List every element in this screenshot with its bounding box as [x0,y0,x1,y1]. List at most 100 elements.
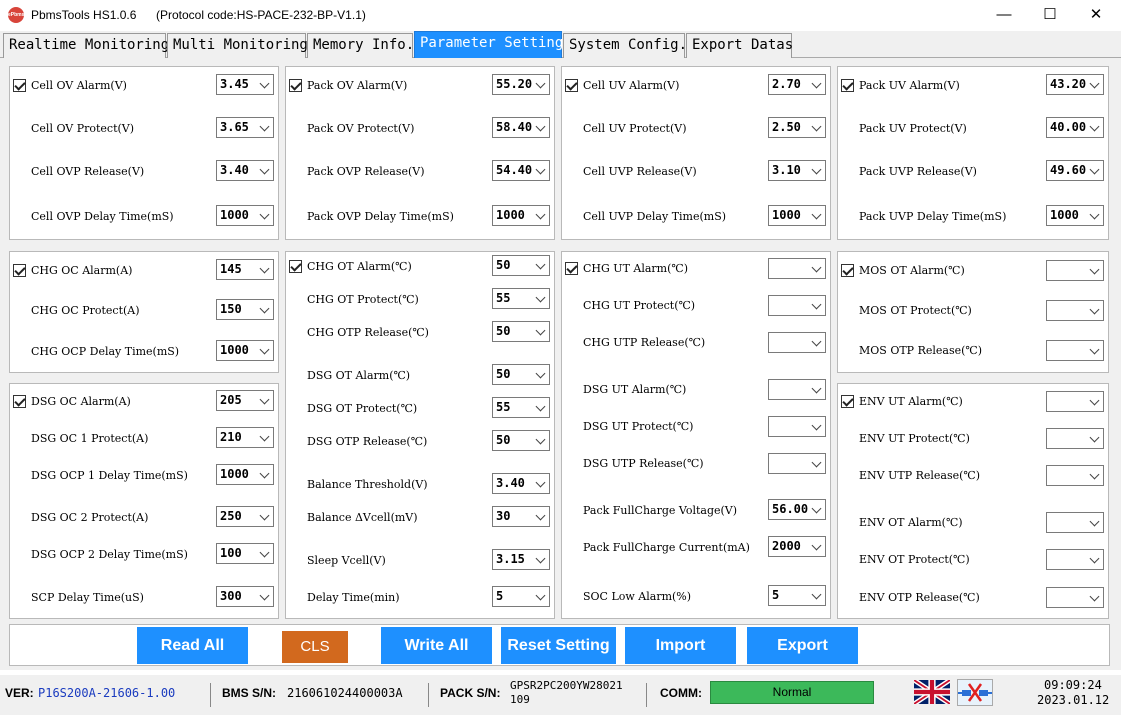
tab-memory-info[interactable]: Memory Info. [307,33,414,58]
chg-oc-alarm-checkbox[interactable] [13,264,26,277]
pack-ov-alarm-select[interactable]: 55.20 [492,74,550,95]
soc-low-alarm-select[interactable]: 5 [768,585,826,606]
selected-value: 1000 [1050,208,1079,222]
chg-ot-alarm-select[interactable]: 50 [492,255,550,276]
scp-delay-select[interactable]: 300 [216,586,274,607]
chg-ot-alarm-checkbox[interactable] [289,260,302,273]
pack-uv-protect-select[interactable]: 40.00 [1046,117,1104,138]
cell-ov-protect-select[interactable]: 3.65 [216,117,274,138]
chg-oc-protect-label: CHG OC Protect(A) [31,304,140,317]
close-button[interactable]: ✕ [1073,0,1119,30]
chg-otp-release-select[interactable]: 50 [492,321,550,342]
dsg-oc-alarm-select[interactable]: 205 [216,390,274,411]
env-ot-alarm-select[interactable] [1046,512,1104,533]
dsg-utp-release-select[interactable] [768,453,826,474]
selected-value: 58.40 [496,120,533,134]
cell-uv-protect-select[interactable]: 2.50 [768,117,826,138]
pack-ov-protect-select[interactable]: 58.40 [492,117,550,138]
env-ut-protect-select[interactable] [1046,428,1104,449]
pack-ovp-delay-select[interactable]: 1000 [492,205,550,226]
mos-ot-protect-select[interactable] [1046,300,1104,321]
env-ot-protect-select[interactable] [1046,549,1104,570]
cell-uvp-delay-select[interactable]: 1000 [768,205,826,226]
mos-otp-release-select[interactable] [1046,340,1104,361]
delay-time-label: Delay Time(min) [307,591,400,604]
cell-uv-alarm-checkbox[interactable] [565,79,578,92]
balance-delta-vcell-select[interactable]: 30 [492,506,550,527]
pack-sn-label: PACK S/N: [440,686,501,700]
delay-time-select[interactable]: 5 [492,586,550,607]
chg-oc-protect-select[interactable]: 150 [216,299,274,320]
disconnect-button[interactable] [957,679,993,706]
mos-ot-alarm-select[interactable] [1046,260,1104,281]
chg-ut-alarm-select[interactable] [768,258,826,279]
env-utp-release-select[interactable] [1046,465,1104,486]
dsg-oc2-protect-select[interactable]: 250 [216,506,274,527]
cls-button[interactable]: CLS [282,631,348,663]
balance-threshold-select[interactable]: 3.40 [492,473,550,494]
dsg-oc1-protect-label: DSG OC 1 Protect(A) [31,432,149,445]
cell-ovp-release-select[interactable]: 3.40 [216,160,274,181]
dsg-ocp1-delay-select[interactable]: 1000 [216,464,274,485]
clock-date: 2023.01.12 [1037,693,1110,707]
tab-multi-monitoring[interactable]: Multi Monitoring [167,33,308,58]
cell-ov-alarm-select[interactable]: 3.45 [216,74,274,95]
maximize-button[interactable]: ☐ [1027,0,1073,30]
dsg-oc1-protect-select[interactable]: 210 [216,427,274,448]
chevron-down-icon [535,292,546,303]
env-ut-alarm-checkbox[interactable] [841,395,854,408]
pack-ovp-release-select[interactable]: 54.40 [492,160,550,181]
tab-system-config[interactable]: System Config. [563,33,687,58]
read-all-button[interactable]: Read All [137,627,248,664]
dsg-oc-alarm-checkbox[interactable] [13,395,26,408]
pack-ov-alarm-checkbox[interactable] [289,79,302,92]
pack-uv-alarm-label: Pack UV Alarm(V) [859,79,960,92]
uk-flag-icon[interactable] [914,680,950,704]
cell-ov-alarm-checkbox[interactable] [13,79,26,92]
pack-fullcharge-voltage-select[interactable]: 56.00 [768,499,826,520]
dsg-otp-release-select[interactable]: 50 [492,430,550,451]
dsg-ot-protect-select[interactable]: 55 [492,397,550,418]
tab-parameter-setting[interactable]: Parameter Setting [414,31,563,59]
chevron-down-icon [811,164,822,175]
dsg-ut-protect-select[interactable] [768,416,826,437]
env-otp-release-select[interactable] [1046,587,1104,608]
tab-export-datas[interactable]: Export Datas [686,33,793,58]
pack-uvp-release-select[interactable]: 49.60 [1046,160,1104,181]
chg-oc-alarm-select[interactable]: 145 [216,259,274,280]
selected-value: 43.20 [1050,77,1087,91]
write-all-button[interactable]: Write All [381,627,492,664]
pack-uv-alarm-select[interactable]: 43.20 [1046,74,1104,95]
chg-oc-alarm-label: CHG OC Alarm(A) [31,264,133,277]
dsg-ut-alarm-select[interactable] [768,379,826,400]
env-otp-release-label: ENV OTP Release(℃) [859,591,980,604]
pack-uv-alarm-checkbox[interactable] [841,79,854,92]
reset-setting-button[interactable]: Reset Setting [501,627,616,664]
export-button[interactable]: Export [747,627,858,664]
tab-realtime-monitoring[interactable]: Realtime Monitoring [3,33,169,58]
chg-utp-release-select[interactable] [768,332,826,353]
cell-ovp-delay-select[interactable]: 1000 [216,205,274,226]
dsg-ot-alarm-select[interactable]: 50 [492,364,550,385]
pack-sn-value-line1: GPSR2PC200YW28021 [510,679,623,692]
chg-ocp-delay-select[interactable]: 1000 [216,340,274,361]
sleep-vcell-select[interactable]: 3.15 [492,549,550,570]
chg-ut-protect-select[interactable] [768,295,826,316]
minimize-button[interactable]: — [981,0,1027,30]
pack-uvp-delay-select[interactable]: 1000 [1046,205,1104,226]
pack-fullcharge-current-select[interactable]: 2000 [768,536,826,557]
title-bar: ePbms PbmsTools HS1.0.6 (Protocol code:H… [0,0,1121,30]
chg-ot-protect-select[interactable]: 55 [492,288,550,309]
pack-ov-protect-label: Pack OV Protect(V) [307,122,415,135]
env-ut-alarm-select[interactable] [1046,391,1104,412]
balance-threshold-label: Balance Threshold(V) [307,478,428,491]
dsg-ot-protect-label: DSG OT Protect(℃) [307,402,418,415]
dsg-ocp2-delay-select[interactable]: 100 [216,543,274,564]
app-title: PbmsTools HS1.0.6 [31,8,137,22]
cell-uvp-release-select[interactable]: 3.10 [768,160,826,181]
selected-value: 1000 [496,208,525,222]
chg-ut-alarm-checkbox[interactable] [565,262,578,275]
mos-ot-alarm-checkbox[interactable] [841,264,854,277]
import-button[interactable]: Import [625,627,736,664]
cell-uv-alarm-select[interactable]: 2.70 [768,74,826,95]
